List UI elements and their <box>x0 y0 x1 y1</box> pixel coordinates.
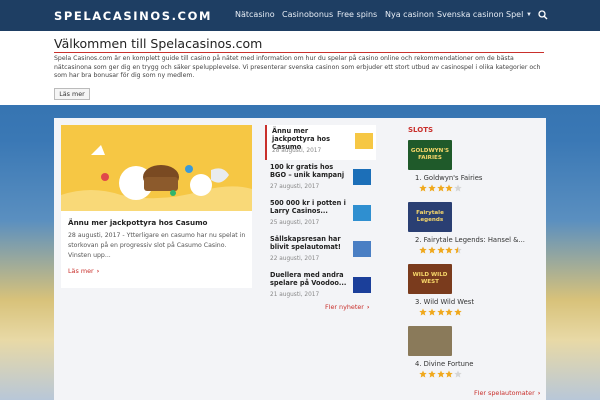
star-icon <box>454 308 462 316</box>
star-icon <box>454 184 462 192</box>
news-item-date: 21 augusti, 2017 <box>270 292 320 298</box>
news-thumbnail[interactable] <box>355 133 373 149</box>
nav-item[interactable]: Casinobonus <box>282 10 333 19</box>
nav-item[interactable]: Nya casinon <box>385 10 434 19</box>
star-icon <box>454 370 462 378</box>
more-news-link[interactable]: Fler nyheter › <box>325 303 370 311</box>
search-icon[interactable] <box>538 10 548 20</box>
slot-rating <box>419 308 463 316</box>
nav-item[interactable]: Svenska casinon <box>437 10 504 19</box>
star-icon <box>428 184 436 192</box>
news-item-date: 25 augusti, 2017 <box>270 220 320 226</box>
slot-name[interactable]: 1. Goldwyn's Fairies <box>415 174 482 182</box>
news-item[interactable]: 500 000 kr i potten i Larry Casinos... 25… <box>265 197 376 232</box>
news-thumbnail[interactable] <box>353 277 371 293</box>
star-icon <box>445 246 454 254</box>
star-icon <box>436 308 445 316</box>
star-icon <box>428 308 436 316</box>
slot-name[interactable]: 4. Divine Fortune <box>415 360 473 368</box>
chevron-right-icon: › <box>96 267 100 275</box>
news-thumbnail[interactable] <box>353 205 371 221</box>
read-more-button[interactable]: Läs mer <box>54 88 90 100</box>
slot-name[interactable]: 2. Fairytale Legends: Hansel &... <box>415 236 525 244</box>
news-item-date: 27 augusti, 2017 <box>270 184 320 190</box>
featured-article-title[interactable]: Ännu mer jackpottyra hos Casumo <box>68 218 208 227</box>
nav-item[interactable]: Nätcasino <box>235 10 275 19</box>
star-icon <box>445 184 454 192</box>
star-icon <box>428 246 436 254</box>
news-item-title[interactable]: 100 kr gratis hos BGO – unik kampanj <box>270 163 350 179</box>
slot-image[interactable]: Fairytale Legends <box>408 202 452 232</box>
star-icon <box>428 370 436 378</box>
star-icon <box>419 308 427 316</box>
chevron-right-icon: › <box>537 389 541 397</box>
main-nav: Nätcasino Casinobonus Free spins Nya casino… <box>0 0 600 31</box>
star-icon <box>445 308 454 316</box>
slot-name[interactable]: 3. Wild Wild West <box>415 298 474 306</box>
news-item[interactable]: Duellera med andra spelare på Voodoo... 2… <box>265 269 376 304</box>
featured-article-image[interactable] <box>61 125 252 211</box>
star-icon <box>445 370 454 378</box>
page-title: Välkommen till Spelacasinos.com <box>54 36 263 51</box>
featured-read-more-link[interactable]: Läs mer › <box>68 267 99 275</box>
slot-image[interactable] <box>408 326 452 356</box>
title-divider <box>54 52 544 53</box>
chevron-down-icon: ▼ <box>526 12 532 18</box>
news-item[interactable]: Ännu mer jackpottyra hos Casumo 28 august… <box>265 125 376 160</box>
top-navigation-bar: SPELACASINOS.COM Nätcasino Casinobonus Fre… <box>0 0 600 31</box>
news-item[interactable]: 100 kr gratis hos BGO – unik kampanj 27 a… <box>265 161 376 196</box>
chevron-right-icon: › <box>366 303 370 311</box>
star-icon <box>419 184 427 192</box>
featured-article[interactable]: Ännu mer jackpottyra hos Casumo 28 augus… <box>61 125 252 288</box>
news-item-date: 28 augusti, 2017 <box>272 148 322 154</box>
star-icon <box>436 184 445 192</box>
news-thumbnail[interactable] <box>353 169 371 185</box>
news-item-date: 22 augusti, 2017 <box>270 256 320 262</box>
star-icon <box>436 246 445 254</box>
star-icon <box>454 246 462 254</box>
star-icon <box>436 370 445 378</box>
welcome-section: Välkommen till Spelacasinos.com Spela Ca… <box>0 31 600 105</box>
slot-image[interactable]: GOLDWYN'S FAIRIES <box>408 140 452 170</box>
news-item-title[interactable]: Duellera med andra spelare på Voodoo... <box>270 271 350 287</box>
featured-article-excerpt: 28 augusti, 2017 - Ytterligare en casumo… <box>68 232 246 259</box>
news-item-title[interactable]: Sällskapsresan har blivit spelautomat! <box>270 235 350 251</box>
star-icon <box>419 370 427 378</box>
welcome-text: Spela Casinos.com är en komplett guide t… <box>54 55 541 80</box>
more-slots-link[interactable]: Fler spelautomater › <box>474 389 540 397</box>
slot-rating <box>419 184 463 192</box>
slot-rating <box>419 246 463 254</box>
slot-rating <box>419 370 463 378</box>
news-item-title[interactable]: 500 000 kr i potten i Larry Casinos... <box>270 199 350 215</box>
slot-image[interactable]: WILD WILD WEST <box>408 264 452 294</box>
news-thumbnail[interactable] <box>353 241 371 257</box>
nav-item[interactable]: Spel <box>506 10 523 19</box>
news-item[interactable]: Sällskapsresan har blivit spelautomat! 22… <box>265 233 376 268</box>
nav-item[interactable]: Free spins <box>337 10 377 19</box>
star-icon <box>419 246 427 254</box>
slots-heading: SLOTS <box>408 126 434 134</box>
